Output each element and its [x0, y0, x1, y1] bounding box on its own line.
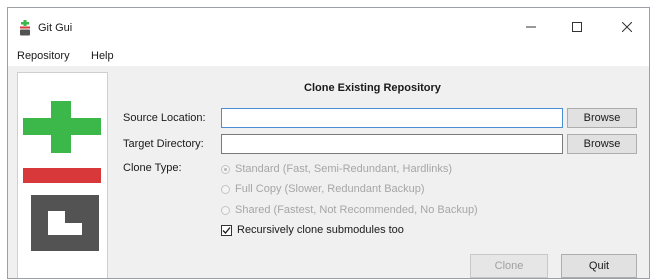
source-location-input[interactable]: [222, 109, 562, 127]
radio-full-copy[interactable]: Full Copy (Slower, Redundant Backup): [221, 183, 425, 195]
radio-shared[interactable]: Shared (Fastest, Not Recommended, No Bac…: [221, 204, 478, 216]
source-location-field[interactable]: [221, 108, 563, 128]
git-logo: [23, 101, 101, 251]
git-logo-panel: [17, 72, 108, 278]
radio-full-copy-indicator[interactable]: [221, 184, 230, 194]
browse-source-button[interactable]: Browse: [567, 108, 637, 128]
git-gui-window: Git Gui Repository Help Clone Existing R…: [7, 7, 650, 279]
clone-type-label: Clone Type:: [123, 162, 182, 174]
menu-help[interactable]: Help: [91, 50, 114, 62]
radio-shared-indicator[interactable]: [221, 205, 230, 215]
recursive-submodules-checkbox[interactable]: Recursively clone submodules too: [221, 224, 404, 236]
window-title: Git Gui: [38, 22, 73, 34]
minimize-icon: [526, 26, 536, 28]
close-button[interactable]: [604, 8, 649, 46]
clone-dialog: Clone Existing Repository Source Locatio…: [8, 66, 649, 278]
clone-button[interactable]: Clone: [470, 254, 548, 278]
target-directory-field[interactable]: [221, 134, 563, 154]
checkmark-icon: [222, 226, 231, 234]
title-bar[interactable]: Git Gui: [8, 8, 649, 46]
radio-standard[interactable]: Standard (Fast, Semi-Redundant, Hardlink…: [221, 163, 452, 175]
menu-repository[interactable]: Repository: [17, 50, 70, 62]
maximize-icon: [572, 22, 582, 32]
radio-standard-label: Standard (Fast, Semi-Redundant, Hardlink…: [235, 163, 453, 175]
source-location-label: Source Location:: [123, 112, 206, 124]
browse-target-button[interactable]: Browse: [567, 134, 637, 154]
checkbox-indicator[interactable]: [221, 224, 232, 236]
recursive-submodules-label: Recursively clone submodules too: [237, 224, 404, 236]
target-directory-input[interactable]: [222, 135, 562, 153]
radio-standard-indicator[interactable]: [221, 164, 230, 174]
quit-button[interactable]: Quit: [561, 254, 637, 278]
target-directory-label: Target Directory:: [123, 138, 204, 150]
dialog-title: Clone Existing Repository: [304, 82, 441, 94]
close-icon: [622, 22, 632, 32]
radio-full-copy-label: Full Copy (Slower, Redundant Backup): [235, 183, 425, 195]
maximize-button[interactable]: [554, 8, 600, 46]
menu-bar: Repository Help: [8, 46, 649, 66]
minimize-button[interactable]: [508, 8, 554, 46]
git-gui-app-icon: [20, 20, 30, 36]
radio-shared-label: Shared (Fastest, Not Recommended, No Bac…: [235, 204, 478, 216]
